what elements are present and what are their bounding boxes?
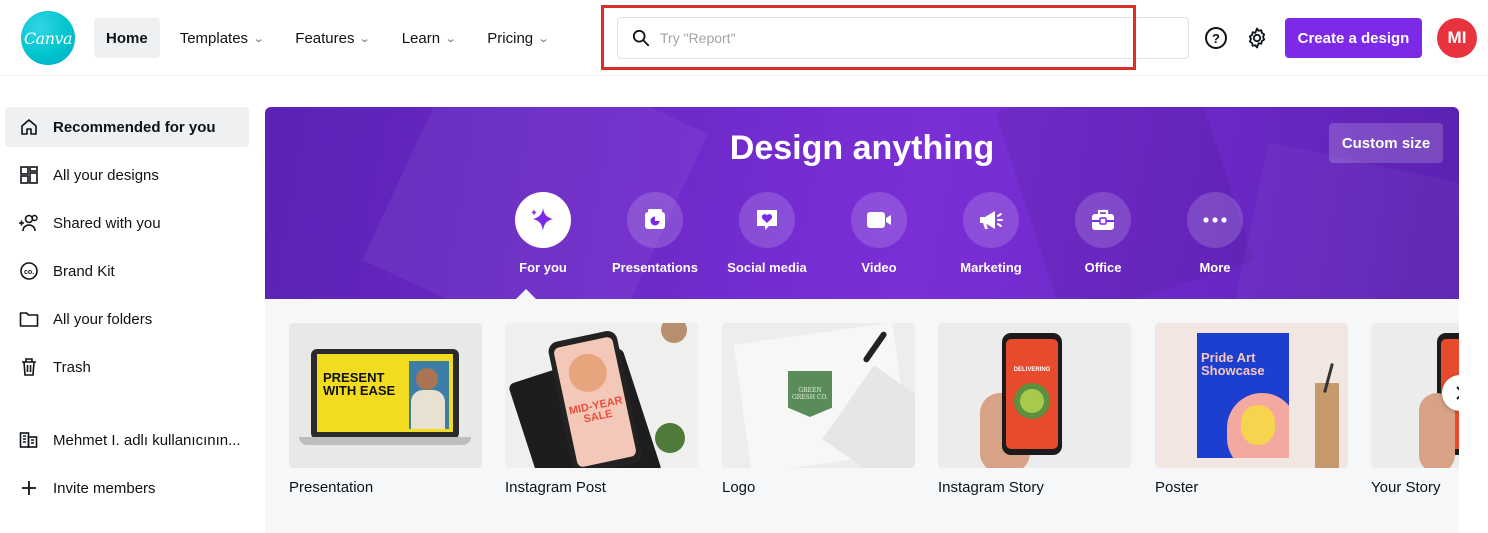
card-thumbnail: MID-YEAR SALE <box>505 323 698 468</box>
card-thumbnail: Pride Art Showcase <box>1155 323 1348 468</box>
card-label: Presentation <box>289 479 374 496</box>
category-label: Presentations <box>612 260 698 275</box>
sidebar-item-recommended[interactable]: Recommended for you <box>5 107 249 147</box>
category-video[interactable]: Video <box>823 192 935 275</box>
chevron-down-icon: ⌄ <box>444 32 457 45</box>
sidebar-item-all-designs[interactable]: All your designs <box>5 155 249 195</box>
folder-icon <box>18 308 40 330</box>
sidebar-item-label: Invite members <box>53 479 156 497</box>
category-presentations[interactable]: Presentations <box>599 192 711 275</box>
heart-chat-icon <box>739 192 795 248</box>
category-more[interactable]: More <box>1159 192 1271 275</box>
hero-banner: Design anything Custom size For you Pres… <box>265 107 1459 299</box>
nav-learn[interactable]: Learn ⌄ <box>390 18 468 58</box>
chevron-right-icon <box>1456 386 1459 400</box>
sidebar-item-folders[interactable]: All your folders <box>5 299 249 339</box>
main-content: Design anything Custom size For you Pres… <box>265 107 1459 533</box>
sidebar-item-invite[interactable]: Invite members <box>5 468 249 508</box>
grid-icon <box>18 164 40 186</box>
category-label: Office <box>1084 260 1122 275</box>
nav-learn-label: Learn <box>401 29 441 47</box>
chevron-down-icon: ⌄ <box>359 32 372 45</box>
card-instagram-post[interactable]: MID-YEAR SALE Instagram Post <box>505 323 698 496</box>
category-label: Social media <box>727 260 807 275</box>
search-highlight-box <box>601 5 1136 70</box>
help-icon[interactable]: ? <box>1205 27 1227 49</box>
sidebar-item-label: All your designs <box>53 166 159 184</box>
sidebar-item-shared[interactable]: Shared with you <box>5 203 249 243</box>
category-for-you[interactable]: For you <box>487 192 599 275</box>
sidebar-item-label: Brand Kit <box>53 262 115 280</box>
top-bar: Canva Home Templates ⌄ Features ⌄ Learn ⌄ P… <box>0 0 1488 76</box>
nav-pricing[interactable]: Pricing ⌄ <box>475 18 560 58</box>
main-nav: Home Templates ⌄ Features ⌄ Learn ⌄ Pricing… <box>94 18 568 58</box>
design-type-cards: PRESENT WITH EASE Presentation MID-YEAR … <box>289 323 1459 513</box>
category-label: More <box>1199 260 1231 275</box>
sparkle-icon <box>515 192 571 248</box>
shared-users-icon <box>18 212 40 234</box>
sidebar-item-label: Trash <box>53 358 91 376</box>
card-poster[interactable]: Pride Art Showcase Poster <box>1155 323 1348 496</box>
video-camera-icon <box>851 192 907 248</box>
custom-size-button[interactable]: Custom size <box>1329 123 1443 163</box>
card-label: Poster <box>1155 479 1199 496</box>
create-design-button[interactable]: Create a design <box>1285 18 1422 58</box>
card-label: Your Story <box>1371 479 1441 496</box>
card-thumbnail: GREEN GRESH CO. <box>722 323 915 468</box>
category-label: Marketing <box>960 260 1022 275</box>
category-social-media[interactable]: Social media <box>711 192 823 275</box>
more-dots-icon <box>1187 192 1243 248</box>
megaphone-icon <box>963 192 1019 248</box>
presentation-icon <box>627 192 683 248</box>
sidebar-item-team[interactable]: Mehmet I. adlı kullanıcının... <box>5 420 249 460</box>
thumb-text: PRESENT WITH EASE <box>323 370 396 398</box>
category-label: Video <box>861 260 897 275</box>
chevron-down-icon: ⌄ <box>252 32 265 45</box>
nav-features[interactable]: Features ⌄ <box>283 18 381 58</box>
thumb-text: GREEN GRESH CO. <box>791 387 828 401</box>
thumb-text: DELIVERING <box>1013 367 1051 373</box>
card-label: Instagram Story <box>938 479 1044 496</box>
thumb-text: Pride Art Showcase <box>1201 350 1265 378</box>
card-your-story[interactable]: Your Story <box>1371 323 1459 496</box>
sidebar-item-label: Recommended for you <box>53 118 216 136</box>
briefcase-icon <box>1075 192 1131 248</box>
nav-pricing-label: Pricing <box>487 29 534 47</box>
sidebar-item-trash[interactable]: Trash <box>5 347 249 387</box>
plus-icon <box>18 477 40 499</box>
chevron-down-icon: ⌄ <box>537 32 550 45</box>
nav-home-label: Home <box>106 29 148 47</box>
sidebar-item-label: Shared with you <box>53 214 161 232</box>
category-office[interactable]: Office <box>1047 192 1159 275</box>
home-icon <box>18 116 40 138</box>
sidebar-item-brand-kit[interactable]: co. Brand Kit <box>5 251 249 291</box>
nav-features-label: Features <box>295 29 355 47</box>
category-marketing[interactable]: Marketing <box>935 192 1047 275</box>
svg-text:co.: co. <box>24 269 34 276</box>
hero-title: Design anything <box>729 129 995 167</box>
card-label: Logo <box>722 479 756 496</box>
category-label: For you <box>519 260 567 275</box>
nav-home[interactable]: Home <box>94 18 160 58</box>
gear-icon[interactable] <box>1245 26 1269 50</box>
brand-kit-icon: co. <box>18 260 40 282</box>
logo-text: Canva <box>23 28 73 48</box>
card-instagram-story[interactable]: DELIVERING Instagram Story <box>938 323 1131 496</box>
card-thumbnail: DELIVERING <box>938 323 1131 468</box>
card-thumbnail: PRESENT WITH EASE <box>289 323 482 468</box>
nav-templates-label: Templates <box>179 29 249 47</box>
avatar[interactable]: MI <box>1437 18 1477 58</box>
sidebar-item-label: Mehmet I. adlı kullanıcının... <box>53 431 241 449</box>
canva-logo[interactable]: Canva <box>21 11 75 65</box>
thumb-text: MID-YEAR SALE <box>567 394 624 426</box>
card-logo[interactable]: GREEN GRESH CO. Logo <box>722 323 915 496</box>
sidebar-item-label: All your folders <box>53 310 153 328</box>
trash-icon <box>18 356 40 378</box>
nav-templates[interactable]: Templates ⌄ <box>168 18 276 58</box>
card-presentation[interactable]: PRESENT WITH EASE Presentation <box>289 323 482 496</box>
active-category-pointer <box>516 289 536 299</box>
card-label: Instagram Post <box>505 479 606 496</box>
team-building-icon <box>18 429 40 451</box>
